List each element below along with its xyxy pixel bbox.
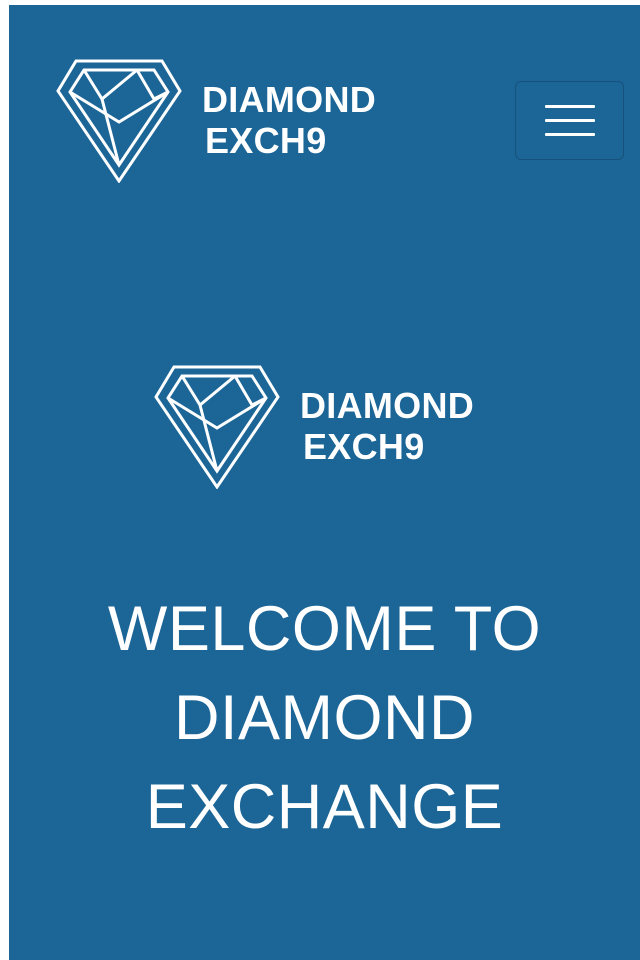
header-logo-line1: DIAMOND (202, 79, 377, 120)
hamburger-menu-icon-bar (544, 119, 595, 122)
header-logo[interactable]: DIAMOND EXCH9 (54, 57, 376, 183)
hero-logo-text: DIAMOND EXCH9 (300, 385, 474, 467)
welcome-line: EXCHANGE (145, 772, 504, 842)
header-logo-line2: EXCH9 (205, 120, 327, 161)
hamburger-menu-icon-bar (544, 133, 595, 136)
welcome-line: WELCOME TO (107, 594, 542, 664)
hero-logo-line1: DIAMOND (300, 385, 475, 426)
diamond-logo-icon (154, 365, 280, 489)
hero-logo: DIAMOND EXCH9 (152, 363, 474, 489)
page: DIAMOND EXCH9 DIAMOND EXCH9 WELCOME TO D… (9, 5, 640, 960)
header-logo-text: DIAMOND EXCH9 (202, 79, 376, 161)
menu-toggle-button[interactable] (515, 81, 624, 160)
hero-logo-line2: EXCH9 (303, 426, 425, 467)
diamond-logo-icon (56, 59, 182, 183)
welcome-heading: WELCOME TO DIAMOND EXCHANGE (9, 585, 640, 852)
welcome-line: DIAMOND (174, 683, 475, 753)
hamburger-menu-icon (544, 105, 595, 108)
